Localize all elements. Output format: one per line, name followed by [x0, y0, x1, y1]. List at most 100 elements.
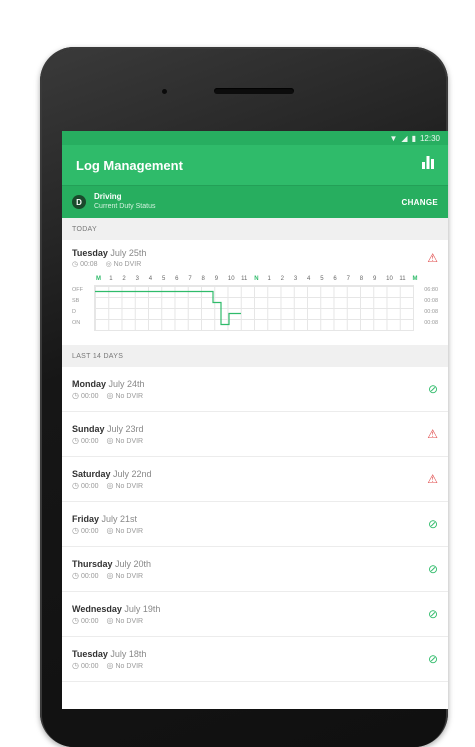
log-time: 00:00: [80, 617, 99, 625]
hour-label: 9: [372, 276, 377, 282]
log-dvir: No DVIR: [115, 527, 144, 535]
log-item-info: Monday July 24th ◷ 00:00 ◎ No DVIR: [72, 379, 428, 400]
ok-check-icon: ⊘: [427, 562, 438, 576]
hour-label: 8: [359, 276, 364, 282]
log-dvir: No DVIR: [115, 572, 144, 580]
log-item-info: Tuesday July 18th ◷ 00:00 ◎ No DVIR: [72, 649, 428, 670]
check-circle-icon: ◎: [106, 660, 114, 670]
grid-row-total: 06:80: [424, 287, 438, 293]
clock-icon: ◷: [72, 435, 79, 445]
hour-label: 1: [267, 276, 271, 282]
hour-label: 6: [175, 276, 179, 282]
hour-label: 11: [241, 276, 248, 282]
check-circle-icon: ◎: [106, 435, 114, 445]
duty-status-subtitle: Current Duty Status: [94, 203, 156, 210]
wifi-icon: ▼: [389, 133, 398, 143]
log-date: July 23rd: [107, 423, 144, 434]
today-date: July 25th: [110, 248, 147, 258]
hour-label: 4: [307, 276, 311, 282]
section-header-last-14-days: LAST 14 DAYS: [62, 345, 448, 367]
check-circle-icon: ◎: [106, 390, 114, 400]
grid-row-label: SB: [72, 298, 80, 304]
log-time: 00:00: [80, 437, 99, 445]
duty-status-bar: D Driving Current Duty Status CHANGE: [62, 185, 448, 218]
log-time: 00:00: [80, 662, 99, 670]
hour-label: 3: [293, 276, 298, 282]
hour-label: M: [96, 276, 101, 282]
check-circle-icon: ◎: [106, 480, 114, 490]
signal-icon: ◢: [401, 133, 408, 143]
log-list-item[interactable]: Thursday July 20th ◷ 00:00 ◎ No DVIR ⊘: [62, 547, 448, 592]
hour-label: 2: [280, 276, 284, 282]
speaker-grille: [214, 88, 294, 94]
log-date: July 21st: [101, 513, 138, 524]
today-log-card[interactable]: Tuesday July 25th ◷ 00:08 ◎ No DVIR ⚠ M 1…: [62, 240, 448, 345]
log-dvir: No DVIR: [115, 392, 144, 400]
check-circle-icon: ◎: [106, 570, 114, 580]
log-list-item[interactable]: Saturday July 22nd ◷ 00:00 ◎ No DVIR ⚠: [62, 457, 448, 502]
log-day: Wednesday: [72, 603, 122, 614]
log-item-info: Thursday July 20th ◷ 00:00 ◎ No DVIR: [72, 559, 428, 580]
grid-row-total: 00:08: [424, 298, 438, 304]
clock-icon: ◷: [72, 525, 79, 535]
grid-row-totals: 06:80 00:08 00:08 00:08: [414, 285, 438, 331]
log-list-item[interactable]: Monday July 24th ◷ 00:00 ◎ No DVIR ⊘: [62, 367, 448, 412]
hour-label: 5: [320, 276, 324, 282]
system-status-bar: ▼ ◢ ▮ 12:30: [62, 131, 448, 145]
log-date: July 24th: [108, 378, 145, 389]
log-list-item[interactable]: Wednesday July 19th ◷ 00:00 ◎ No DVIR ⊘: [62, 592, 448, 637]
log-list-item[interactable]: Tuesday July 18th ◷ 00:00 ◎ No DVIR ⊘: [62, 637, 448, 682]
log-list-item[interactable]: Sunday July 23rd ◷ 00:00 ◎ No DVIR ⚠: [62, 412, 448, 457]
log-item-info: Wednesday July 19th ◷ 00:00 ◎ No DVIR: [72, 604, 428, 625]
log-dvir: No DVIR: [115, 617, 144, 625]
ok-check-icon: ⊘: [427, 607, 438, 621]
grid-row-total: 00:08: [424, 320, 438, 326]
today-log-header: Tuesday July 25th ◷ 00:08 ◎ No DVIR ⚠: [72, 240, 438, 276]
log-dvir: No DVIR: [115, 437, 144, 445]
warning-icon: ⚠: [427, 472, 438, 486]
change-status-button[interactable]: CHANGE: [402, 198, 438, 207]
hour-label: 1: [109, 276, 113, 282]
app-bar: Log Management: [62, 145, 448, 185]
hour-label: 6: [333, 276, 337, 282]
log-time: 00:00: [80, 392, 99, 400]
log-time: 00:00: [80, 482, 99, 490]
clock-icon: ◷: [72, 660, 79, 670]
hour-label: 5: [161, 276, 166, 282]
status-time: 12:30: [419, 133, 440, 143]
duty-status-info: Driving Current Duty Status: [94, 192, 402, 212]
log-item-info: Friday July 21st ◷ 00:00 ◎ No DVIR: [72, 514, 428, 535]
log-day: Sunday: [72, 423, 105, 434]
log-day: Thursday: [72, 558, 113, 569]
page-title: Log Management: [76, 157, 183, 173]
hour-label: 4: [148, 276, 153, 282]
hour-label: 9: [214, 276, 219, 282]
duty-status-label: Driving: [94, 192, 122, 201]
log-date: July 20th: [115, 558, 152, 569]
hour-label: 7: [188, 276, 192, 282]
log-time: 00:00: [80, 572, 99, 580]
hour-label: 7: [346, 276, 350, 282]
hour-label: M: [412, 276, 418, 282]
check-circle-icon: ◎: [106, 525, 114, 535]
grid-row-label: OFF: [72, 287, 83, 293]
duty-grid: OFF SB D ON 06:80 00:08 00:08 00:08: [72, 285, 438, 331]
duty-line: [95, 290, 241, 326]
log-list-item[interactable]: Friday July 21st ◷ 00:00 ◎ No DVIR ⊘: [62, 502, 448, 547]
log-day: Tuesday: [72, 648, 108, 659]
warning-icon: ⚠: [427, 427, 438, 441]
hour-label: N: [254, 276, 259, 282]
hour-label: 10: [386, 276, 393, 282]
clock-icon: ◷: [72, 390, 79, 400]
section-header-today: TODAY: [62, 218, 448, 240]
check-circle-icon: ◎: [105, 261, 112, 268]
duty-status-badge: D: [72, 195, 86, 209]
bar-chart-icon[interactable]: [422, 156, 434, 174]
ok-check-icon: ⊘: [427, 517, 438, 531]
today-dvir: No DVIR: [113, 261, 142, 268]
duty-grid-cells: [94, 285, 414, 331]
log-date: July 18th: [110, 648, 147, 659]
clock-icon: ◷: [72, 615, 79, 625]
clock-icon: ◷: [72, 570, 79, 580]
hour-label: 10: [227, 276, 235, 282]
